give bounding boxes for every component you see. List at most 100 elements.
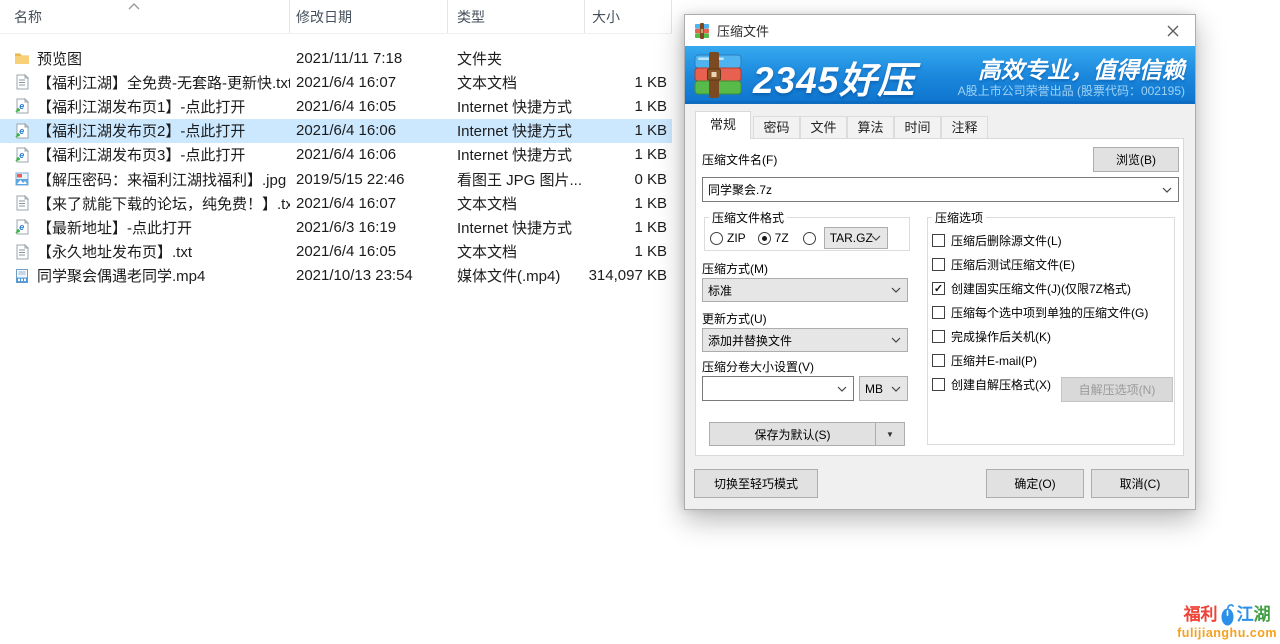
text-file-icon [14, 195, 30, 211]
checkbox-row[interactable]: 压缩后删除源文件(L) [932, 228, 1174, 252]
column-header-size[interactable]: 大小 [585, 0, 672, 33]
checkbox-email[interactable] [932, 354, 945, 367]
file-name: 【福利江湖发布页2】-点此打开 [37, 120, 245, 141]
chevron-down-icon [891, 337, 901, 343]
tab-algorithm[interactable]: 算法 [847, 116, 894, 138]
file-date: 2021/6/4 16:06 [290, 122, 448, 139]
file-name: 预览图 [37, 48, 82, 69]
table-row[interactable]: e 【福利江湖发布页3】-点此打开 2021/6/4 16:06 Interne… [0, 143, 672, 167]
file-type: 看图王 JPG 图片... [448, 169, 585, 190]
brand-banner: 2345好压 高效专业，值得信赖 A股上市公司荣誉出品 (股票代码：002195… [685, 46, 1195, 104]
brand-name: 2345好压 [753, 50, 915, 104]
checkbox-label: 压缩每个选中项到单独的压缩文件(G) [951, 304, 1148, 321]
ok-button[interactable]: 确定(O) [986, 469, 1084, 498]
table-row[interactable]: 【解压密码：来福利江湖找福利】.jpg 2019/5/15 22:46 看图王 … [0, 167, 672, 191]
save-default-button[interactable]: 保存为默认(S) [709, 422, 875, 446]
tab-files[interactable]: 文件 [800, 116, 847, 138]
chevron-down-icon [837, 386, 847, 392]
dialog-titlebar[interactable]: 压缩文件 [685, 15, 1195, 46]
file-date: 2021/10/13 23:54 [290, 267, 448, 284]
radio-zip-label: ZIP [727, 231, 746, 245]
file-name: 【最新地址】-点此打开 [37, 217, 192, 238]
table-row[interactable]: 预览图 2021/11/11 7:18 文件夹 [0, 46, 672, 70]
tab-password[interactable]: 密码 [753, 116, 800, 138]
archive-name-combobox[interactable]: 同学聚会.7z [702, 177, 1179, 202]
tar-format-select[interactable]: TAR.GZ [824, 227, 888, 249]
cancel-button[interactable]: 取消(C) [1091, 469, 1189, 498]
format-group-legend: 压缩文件格式 [709, 209, 787, 226]
file-date: 2021/6/4 16:07 [290, 195, 448, 212]
svg-text:e: e [19, 222, 24, 232]
save-default-splitbutton: 保存为默认(S) ▼ [709, 422, 905, 446]
file-date: 2021/6/4 16:06 [290, 146, 448, 163]
update-select[interactable]: 添加并替换文件 [702, 328, 908, 352]
table-row[interactable]: e 【最新地址】-点此打开 2021/6/3 16:19 Internet 快捷… [0, 215, 672, 239]
brand-logo-icon [693, 52, 747, 103]
checkbox-solid-archive[interactable]: ✓ [932, 282, 945, 295]
file-size: 1 KB [585, 74, 672, 91]
sfx-options-button: 自解压选项(N) [1061, 377, 1173, 402]
save-default-dropdown[interactable]: ▼ [875, 422, 905, 446]
archive-name-label: 压缩文件名(F) [702, 151, 777, 168]
checkbox-row[interactable]: 压缩后测试压缩文件(E) [932, 252, 1174, 276]
update-value: 添加并替换文件 [708, 332, 792, 349]
column-header-row: 名称 修改日期 类型 大小 [0, 0, 672, 34]
file-list: 预览图 2021/11/11 7:18 文件夹 【福利江湖】全免费-无套路-更新… [0, 46, 672, 288]
column-header-type[interactable]: 类型 [448, 0, 585, 33]
table-row[interactable]: 【永久地址发布页】.txt 2021/6/4 16:05 文本文档 1 KB [0, 240, 672, 264]
checkbox-label: 压缩后删除源文件(L) [951, 232, 1062, 249]
lite-mode-button[interactable]: 切换至轻巧模式 [694, 469, 818, 498]
checkbox-label: 创建自解压格式(X) [951, 376, 1051, 393]
internet-shortcut-icon: e [14, 219, 30, 235]
table-row[interactable]: 【来了就能下载的论坛，纯免费！】.txt 2021/6/4 16:07 文本文档… [0, 191, 672, 215]
column-header-name[interactable]: 名称 [0, 0, 290, 33]
browse-button[interactable]: 浏览(B) [1093, 147, 1179, 172]
table-row[interactable]: 同学聚会偶遇老同学.mp4 2021/10/13 23:54 媒体文件(.mp4… [0, 264, 672, 288]
checkbox-row[interactable]: 完成操作后关机(K) [932, 324, 1174, 348]
checkbox-test-archive[interactable] [932, 258, 945, 271]
radio-zip[interactable] [710, 232, 723, 245]
tab-comment[interactable]: 注释 [941, 116, 988, 138]
tab-time[interactable]: 时间 [894, 116, 941, 138]
watermark-domain: fulijianghu.com [1177, 627, 1277, 640]
checkbox-separate-archives[interactable] [932, 306, 945, 319]
watermark-jianghu: 江湖 [1237, 606, 1271, 624]
chevron-down-icon [871, 235, 881, 241]
close-button[interactable] [1150, 15, 1195, 46]
volume-size-label: 压缩分卷大小设置(V) [702, 358, 814, 375]
volume-size-combobox[interactable] [702, 376, 854, 401]
radio-tar[interactable] [803, 232, 816, 245]
checkbox-sfx[interactable] [932, 378, 945, 391]
checkbox-label: 完成操作后关机(K) [951, 328, 1051, 345]
file-name: 【福利江湖发布页3】-点此打开 [37, 144, 245, 165]
volume-unit-select[interactable]: MB [859, 376, 908, 401]
checkbox-row[interactable]: ✓ 创建固实压缩文件(J)(仅限7Z格式) [932, 276, 1174, 300]
file-date: 2019/5/15 22:46 [290, 171, 448, 188]
checkbox-row[interactable]: 压缩每个选中项到单独的压缩文件(G) [932, 300, 1174, 324]
file-name: 【解压密码：来福利江湖找福利】.jpg [37, 169, 286, 190]
radio-7z[interactable] [758, 232, 771, 245]
tab-general[interactable]: 常规 [695, 111, 751, 139]
column-header-date[interactable]: 修改日期 [290, 0, 448, 33]
brand-subtitle: A股上市公司荣誉出品 (股票代码：002195) [958, 82, 1185, 99]
checkbox-shutdown-after[interactable] [932, 330, 945, 343]
file-size: 1 KB [585, 219, 672, 236]
svg-text:e: e [19, 150, 24, 160]
file-date: 2021/11/11 7:18 [290, 50, 448, 67]
file-size: 1 KB [585, 122, 672, 139]
method-label: 压缩方式(M) [702, 260, 768, 277]
checkbox-row[interactable]: 压缩并E-mail(P) [932, 348, 1174, 372]
method-select[interactable]: 标准 [702, 278, 908, 302]
mouse-icon [1220, 603, 1235, 627]
checkbox-delete-source[interactable] [932, 234, 945, 247]
checkbox-label: 创建固实压缩文件(J)(仅限7Z格式) [951, 280, 1131, 297]
file-type: 文本文档 [448, 241, 585, 262]
dropdown-arrow-icon: ▼ [886, 430, 894, 439]
table-row-selected[interactable]: e 【福利江湖发布页2】-点此打开 2021/6/4 16:06 Interne… [0, 119, 672, 143]
brand-slogan: 高效专业，值得信赖 [978, 51, 1185, 85]
table-row[interactable]: e 【福利江湖发布页1】-点此打开 2021/6/4 16:05 Interne… [0, 94, 672, 118]
volume-unit-value: MB [865, 382, 883, 396]
internet-shortcut-icon: e [14, 147, 30, 163]
table-row[interactable]: 【福利江湖】全免费-无套路-更新快.txt 2021/6/4 16:07 文本文… [0, 70, 672, 94]
file-name: 【福利江湖】全免费-无套路-更新快.txt [37, 72, 290, 93]
